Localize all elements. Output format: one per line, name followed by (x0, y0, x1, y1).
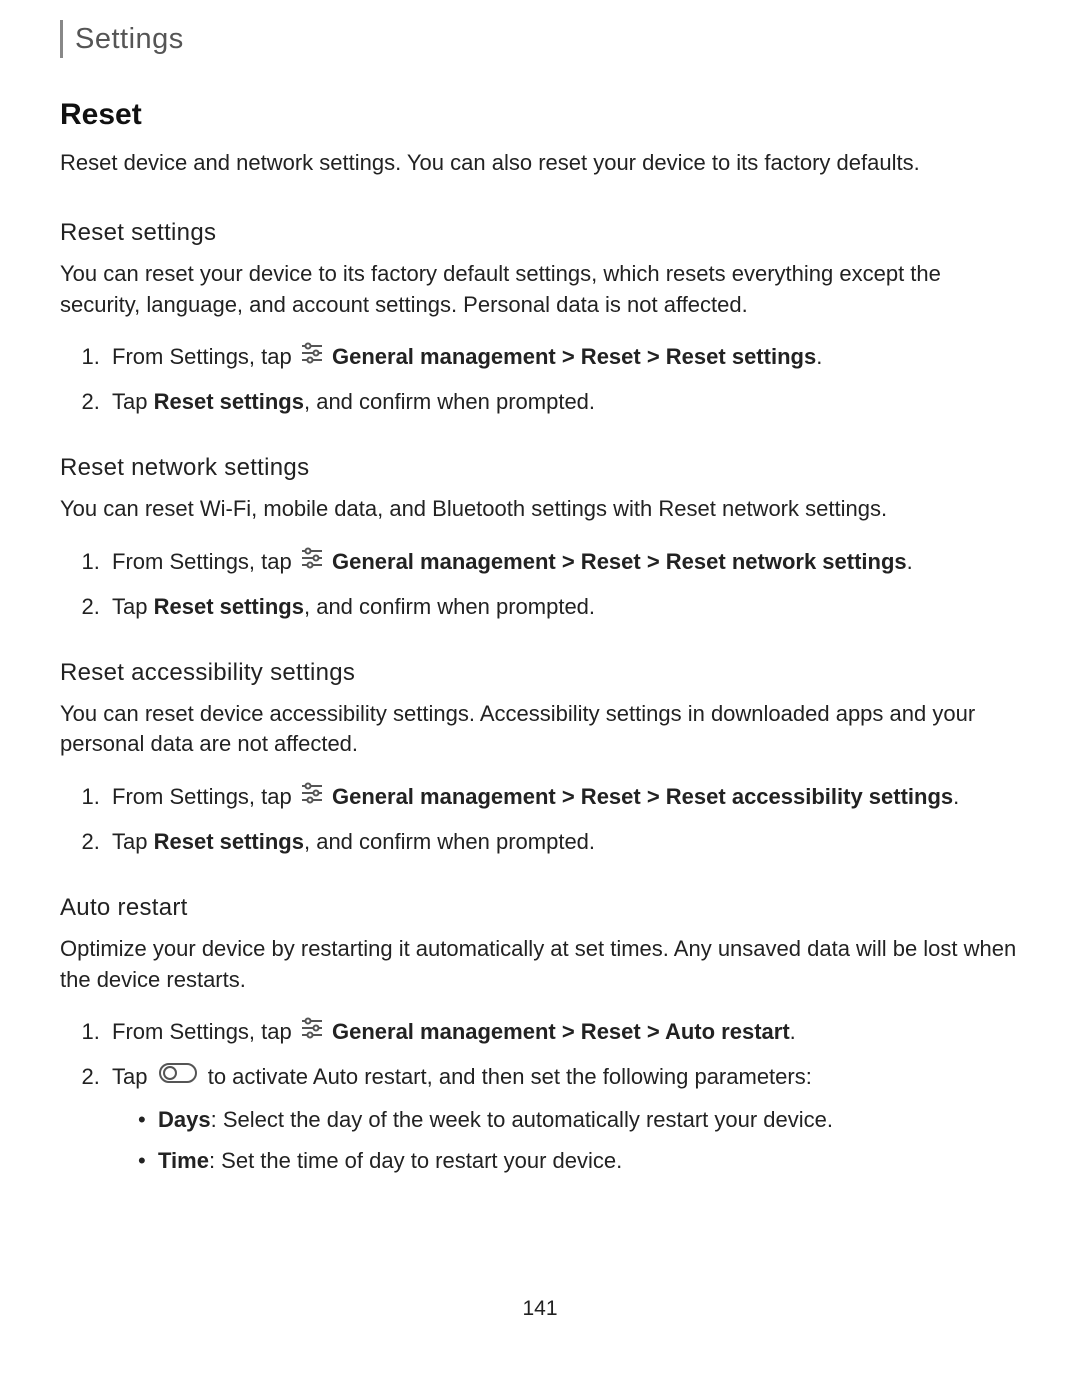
page-header: Settings (60, 20, 1020, 58)
sub-bold: Time (158, 1148, 209, 1173)
subheading-reset-settings: Reset settings (60, 219, 1020, 247)
step-suffix: to activate Auto restart, and then set t… (208, 1064, 812, 1089)
nav-path: General management > Reset > Reset acces… (332, 784, 953, 809)
sliders-icon (300, 545, 324, 578)
steps-reset-settings: From Settings, tap General management > … (60, 340, 1020, 418)
para-reset-accessibility: You can reset device accessibility setti… (60, 699, 1020, 761)
subheading-reset-network: Reset network settings (60, 454, 1020, 482)
sub-list: Days: Select the day of the week to auto… (112, 1103, 1020, 1177)
sliders-icon (300, 340, 324, 373)
step-suffix: , and confirm when prompted. (304, 389, 595, 414)
sub-item: Time: Set the time of day to restart you… (138, 1144, 1020, 1177)
step-bold: Reset settings (154, 389, 304, 414)
step-item: From Settings, tap General management > … (106, 340, 1020, 375)
steps-auto-restart: From Settings, tap General management > … (60, 1015, 1020, 1176)
subheading-reset-accessibility: Reset accessibility settings (60, 659, 1020, 687)
document-page: Settings Reset Reset device and network … (0, 0, 1080, 1381)
sliders-icon (300, 780, 324, 813)
para-auto-restart: Optimize your device by restarting it au… (60, 934, 1020, 996)
nav-path: General management > Reset > Auto restar… (332, 1019, 790, 1044)
nav-path: General management > Reset > Reset netwo… (332, 549, 907, 574)
step-text: Tap (112, 389, 154, 414)
step-bold: Reset settings (154, 594, 304, 619)
subheading-auto-restart: Auto restart (60, 894, 1020, 922)
section-intro: Reset device and network settings. You c… (60, 148, 1020, 179)
step-item: From Settings, tap General management > … (106, 1015, 1020, 1050)
sub-rest: : Set the time of day to restart your de… (209, 1148, 622, 1173)
step-item: Tap to activate Auto restart, and then s… (106, 1060, 1020, 1177)
nav-path: General management > Reset > Reset setti… (332, 344, 816, 369)
step-text: From Settings, tap (112, 1019, 298, 1044)
section-title-reset: Reset (60, 98, 1020, 132)
step-bold: Reset settings (154, 829, 304, 854)
step-text: From Settings, tap (112, 344, 298, 369)
steps-reset-network: From Settings, tap General management > … (60, 545, 1020, 623)
step-suffix: . (790, 1019, 796, 1044)
para-reset-network: You can reset Wi-Fi, mobile data, and Bl… (60, 494, 1020, 525)
step-item: From Settings, tap General management > … (106, 545, 1020, 580)
sub-bold: Days (158, 1107, 211, 1132)
header-title: Settings (75, 23, 184, 56)
step-suffix: . (816, 344, 822, 369)
sub-item: Days: Select the day of the week to auto… (138, 1103, 1020, 1136)
toggle-off-icon (158, 1060, 198, 1093)
para-reset-settings: You can reset your device to its factory… (60, 259, 1020, 321)
step-item: Tap Reset settings, and confirm when pro… (106, 385, 1020, 418)
step-item: From Settings, tap General management > … (106, 780, 1020, 815)
step-suffix: , and confirm when prompted. (304, 594, 595, 619)
step-suffix: , and confirm when prompted. (304, 829, 595, 854)
step-suffix: . (953, 784, 959, 809)
step-text: From Settings, tap (112, 549, 298, 574)
step-item: Tap Reset settings, and confirm when pro… (106, 590, 1020, 623)
header-accent-bar (60, 20, 63, 58)
sub-rest: : Select the day of the week to automati… (211, 1107, 833, 1132)
step-text: Tap (112, 829, 154, 854)
page-number: 141 (60, 1297, 1020, 1321)
step-text: From Settings, tap (112, 784, 298, 809)
step-suffix: . (907, 549, 913, 574)
steps-reset-accessibility: From Settings, tap General management > … (60, 780, 1020, 858)
step-item: Tap Reset settings, and confirm when pro… (106, 825, 1020, 858)
step-text: Tap (112, 1064, 154, 1089)
sliders-icon (300, 1015, 324, 1048)
step-text: Tap (112, 594, 154, 619)
